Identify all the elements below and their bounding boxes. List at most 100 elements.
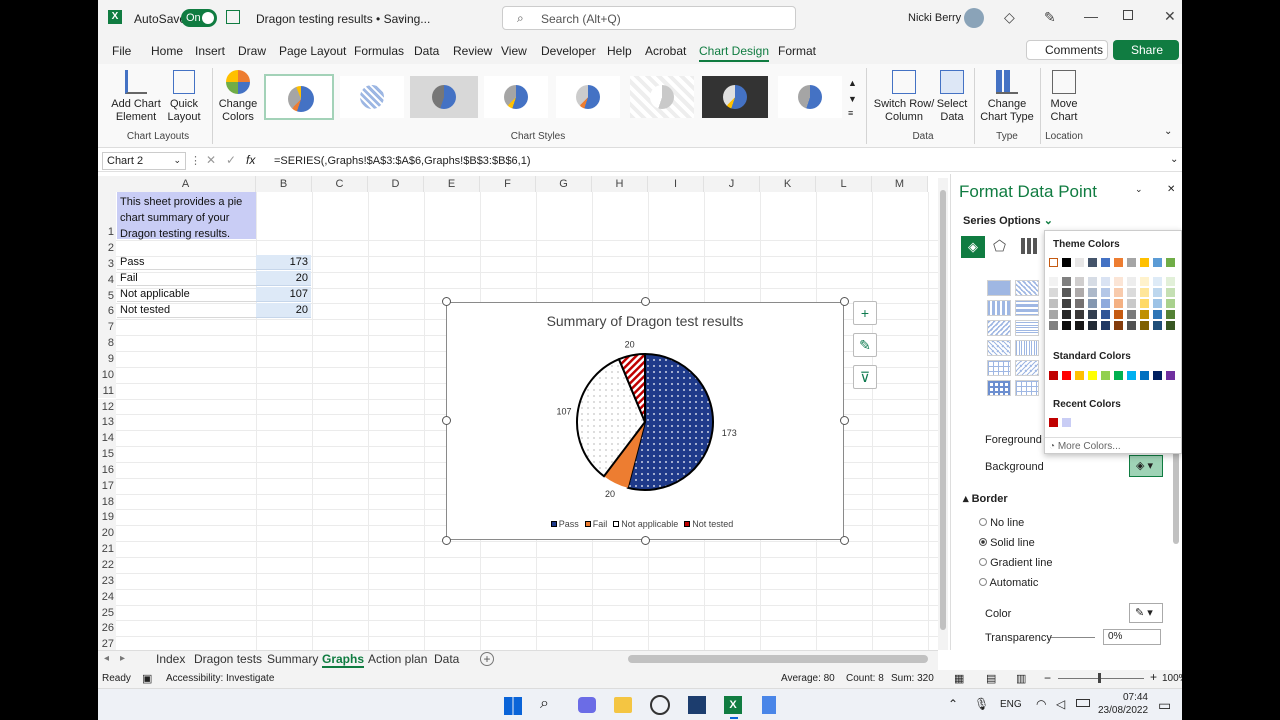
effects-tab-icon[interactable]: ⬠ xyxy=(993,237,1006,255)
chart-legend[interactable]: Pass Fail Not applicable Not tested xyxy=(447,519,843,529)
tab-scroll-right-icon[interactable]: ▸ xyxy=(120,653,125,664)
volume-icon[interactable]: ◁ xyxy=(1056,697,1065,711)
theme-shade-swatch[interactable] xyxy=(1166,277,1175,286)
resize-handle[interactable] xyxy=(641,536,650,545)
sheet-tab-index[interactable]: Index xyxy=(156,652,185,666)
column-header[interactable]: M xyxy=(872,176,928,192)
chevron-down-icon[interactable]: ⌄ xyxy=(398,11,406,22)
change-chart-type-button[interactable]: Change Chart Type xyxy=(978,98,1036,124)
theme-shade-swatch[interactable] xyxy=(1088,310,1097,319)
tab-page-layout[interactable]: Page Layout xyxy=(279,44,346,58)
table-value-cell[interactable]: 20 xyxy=(256,302,311,318)
theme-shade-swatch[interactable] xyxy=(1101,277,1110,286)
theme-shade-swatch[interactable] xyxy=(1049,321,1058,330)
theme-shade-swatch[interactable] xyxy=(1153,299,1162,308)
battery-icon[interactable] xyxy=(1076,699,1090,707)
minimize-icon[interactable]: — xyxy=(1084,8,1098,24)
theme-shade-swatch[interactable] xyxy=(1062,321,1071,330)
theme-shade-swatch[interactable] xyxy=(1114,277,1123,286)
theme-shade-swatch[interactable] xyxy=(1140,288,1149,297)
solid-line-radio[interactable]: Solid line xyxy=(979,537,1035,549)
tab-draw[interactable]: Draw xyxy=(238,44,266,58)
row-header[interactable]: 9 xyxy=(98,350,116,367)
theme-shade-swatch[interactable] xyxy=(1101,310,1110,319)
standard-color-swatch[interactable] xyxy=(1166,371,1175,380)
theme-shade-swatch[interactable] xyxy=(1166,299,1175,308)
theme-shade-swatch[interactable] xyxy=(1166,310,1175,319)
row-header[interactable]: 11 xyxy=(98,382,116,399)
legend-entry[interactable]: Pass xyxy=(550,519,579,529)
normal-view-icon[interactable]: ▦ xyxy=(954,672,964,685)
notifications-icon[interactable]: ▭ xyxy=(1158,697,1171,714)
tab-home[interactable]: Home xyxy=(151,44,183,58)
column-header[interactable]: D xyxy=(368,176,424,192)
tab-view[interactable]: View xyxy=(501,44,527,58)
tab-formulas[interactable]: Formulas xyxy=(354,44,404,58)
table-value-cell[interactable]: 107 xyxy=(256,286,311,302)
row-header[interactable]: 21 xyxy=(98,541,116,557)
theme-shade-swatch[interactable] xyxy=(1049,277,1058,286)
tab-data[interactable]: Data xyxy=(414,44,439,58)
fill-pattern-swatch[interactable] xyxy=(1015,300,1039,316)
sheet-tab-action-plan[interactable]: Action plan xyxy=(368,652,427,666)
tab-review[interactable]: Review xyxy=(453,44,492,58)
row-header[interactable]: 1 xyxy=(98,192,116,240)
theme-color-swatch[interactable] xyxy=(1101,258,1110,267)
tray-chevron-icon[interactable]: ⌃ xyxy=(948,697,958,711)
theme-shade-swatch[interactable] xyxy=(1127,310,1136,319)
windows-start-icon[interactable] xyxy=(504,697,522,715)
resize-handle[interactable] xyxy=(442,297,451,306)
column-header[interactable]: G xyxy=(536,176,592,192)
fill-pattern-swatch[interactable] xyxy=(1015,320,1039,336)
enter-icon[interactable]: ✓ xyxy=(226,153,236,167)
tab-format[interactable]: Format xyxy=(778,44,816,58)
column-header[interactable]: K xyxy=(760,176,816,192)
table-label-cell[interactable]: Pass xyxy=(117,255,256,270)
sheet-tab-graphs[interactable]: Graphs xyxy=(322,652,365,668)
theme-color-swatch[interactable] xyxy=(1049,258,1058,267)
fill-pattern-swatch[interactable] xyxy=(1015,360,1039,376)
theme-shade-swatch[interactable] xyxy=(1049,299,1058,308)
standard-color-swatch[interactable] xyxy=(1062,371,1071,380)
row-header[interactable]: 6 xyxy=(98,303,116,320)
recent-color-swatch[interactable] xyxy=(1049,418,1058,427)
theme-shade-swatch[interactable] xyxy=(1101,299,1110,308)
zoom-slider[interactable] xyxy=(1058,678,1144,679)
theme-shade-swatch[interactable] xyxy=(1114,299,1123,308)
fill-pattern-swatch[interactable] xyxy=(1015,380,1039,396)
theme-color-swatch[interactable] xyxy=(1088,258,1097,267)
clock-date[interactable]: 23/08/2022 xyxy=(1098,705,1148,716)
legend-entry[interactable]: Not tested xyxy=(684,519,733,529)
theme-shade-swatch[interactable] xyxy=(1088,288,1097,297)
theme-shade-swatch[interactable] xyxy=(1166,321,1175,330)
theme-shade-swatch[interactable] xyxy=(1114,321,1123,330)
column-header[interactable]: A xyxy=(116,176,256,192)
user-name[interactable]: Nicki Berry xyxy=(908,12,961,24)
fill-pattern-swatch[interactable] xyxy=(1015,340,1039,356)
styles-more-icon[interactable]: ≡ xyxy=(848,108,853,118)
vertical-scroll-thumb[interactable] xyxy=(940,190,946,630)
sheet-tab-dragon-tests[interactable]: Dragon tests xyxy=(194,652,262,666)
theme-shade-swatch[interactable] xyxy=(1075,277,1084,286)
file-explorer-icon[interactable] xyxy=(614,697,632,713)
quick-layout-button[interactable]: Quick Layout xyxy=(164,98,204,124)
row-header[interactable]: 18 xyxy=(98,493,116,510)
theme-shade-swatch[interactable] xyxy=(1127,288,1136,297)
search-box[interactable]: ⌕ Search (Alt+Q) xyxy=(502,6,796,30)
chart-style-1[interactable] xyxy=(264,74,334,120)
data-label[interactable]: 107 xyxy=(557,407,572,417)
theme-shade-swatch[interactable] xyxy=(1166,288,1175,297)
theme-shade-swatch[interactable] xyxy=(1075,310,1084,319)
theme-shade-swatch[interactable] xyxy=(1140,321,1149,330)
gradient-line-radio[interactable]: Gradient line xyxy=(979,557,1052,569)
fill-pattern-swatch[interactable] xyxy=(987,340,1011,356)
fill-pattern-swatch[interactable] xyxy=(987,280,1011,296)
fill-line-tab-icon[interactable]: ◈ xyxy=(961,236,985,258)
standard-color-swatch[interactable] xyxy=(1114,371,1123,380)
theme-color-swatch[interactable] xyxy=(1153,258,1162,267)
theme-shade-swatch[interactable] xyxy=(1062,310,1071,319)
tab-help[interactable]: Help xyxy=(607,44,632,58)
change-colors-button[interactable]: Change Colors xyxy=(216,98,260,124)
column-header[interactable]: F xyxy=(480,176,536,192)
table-label-cell[interactable]: Not applicable xyxy=(117,287,256,302)
